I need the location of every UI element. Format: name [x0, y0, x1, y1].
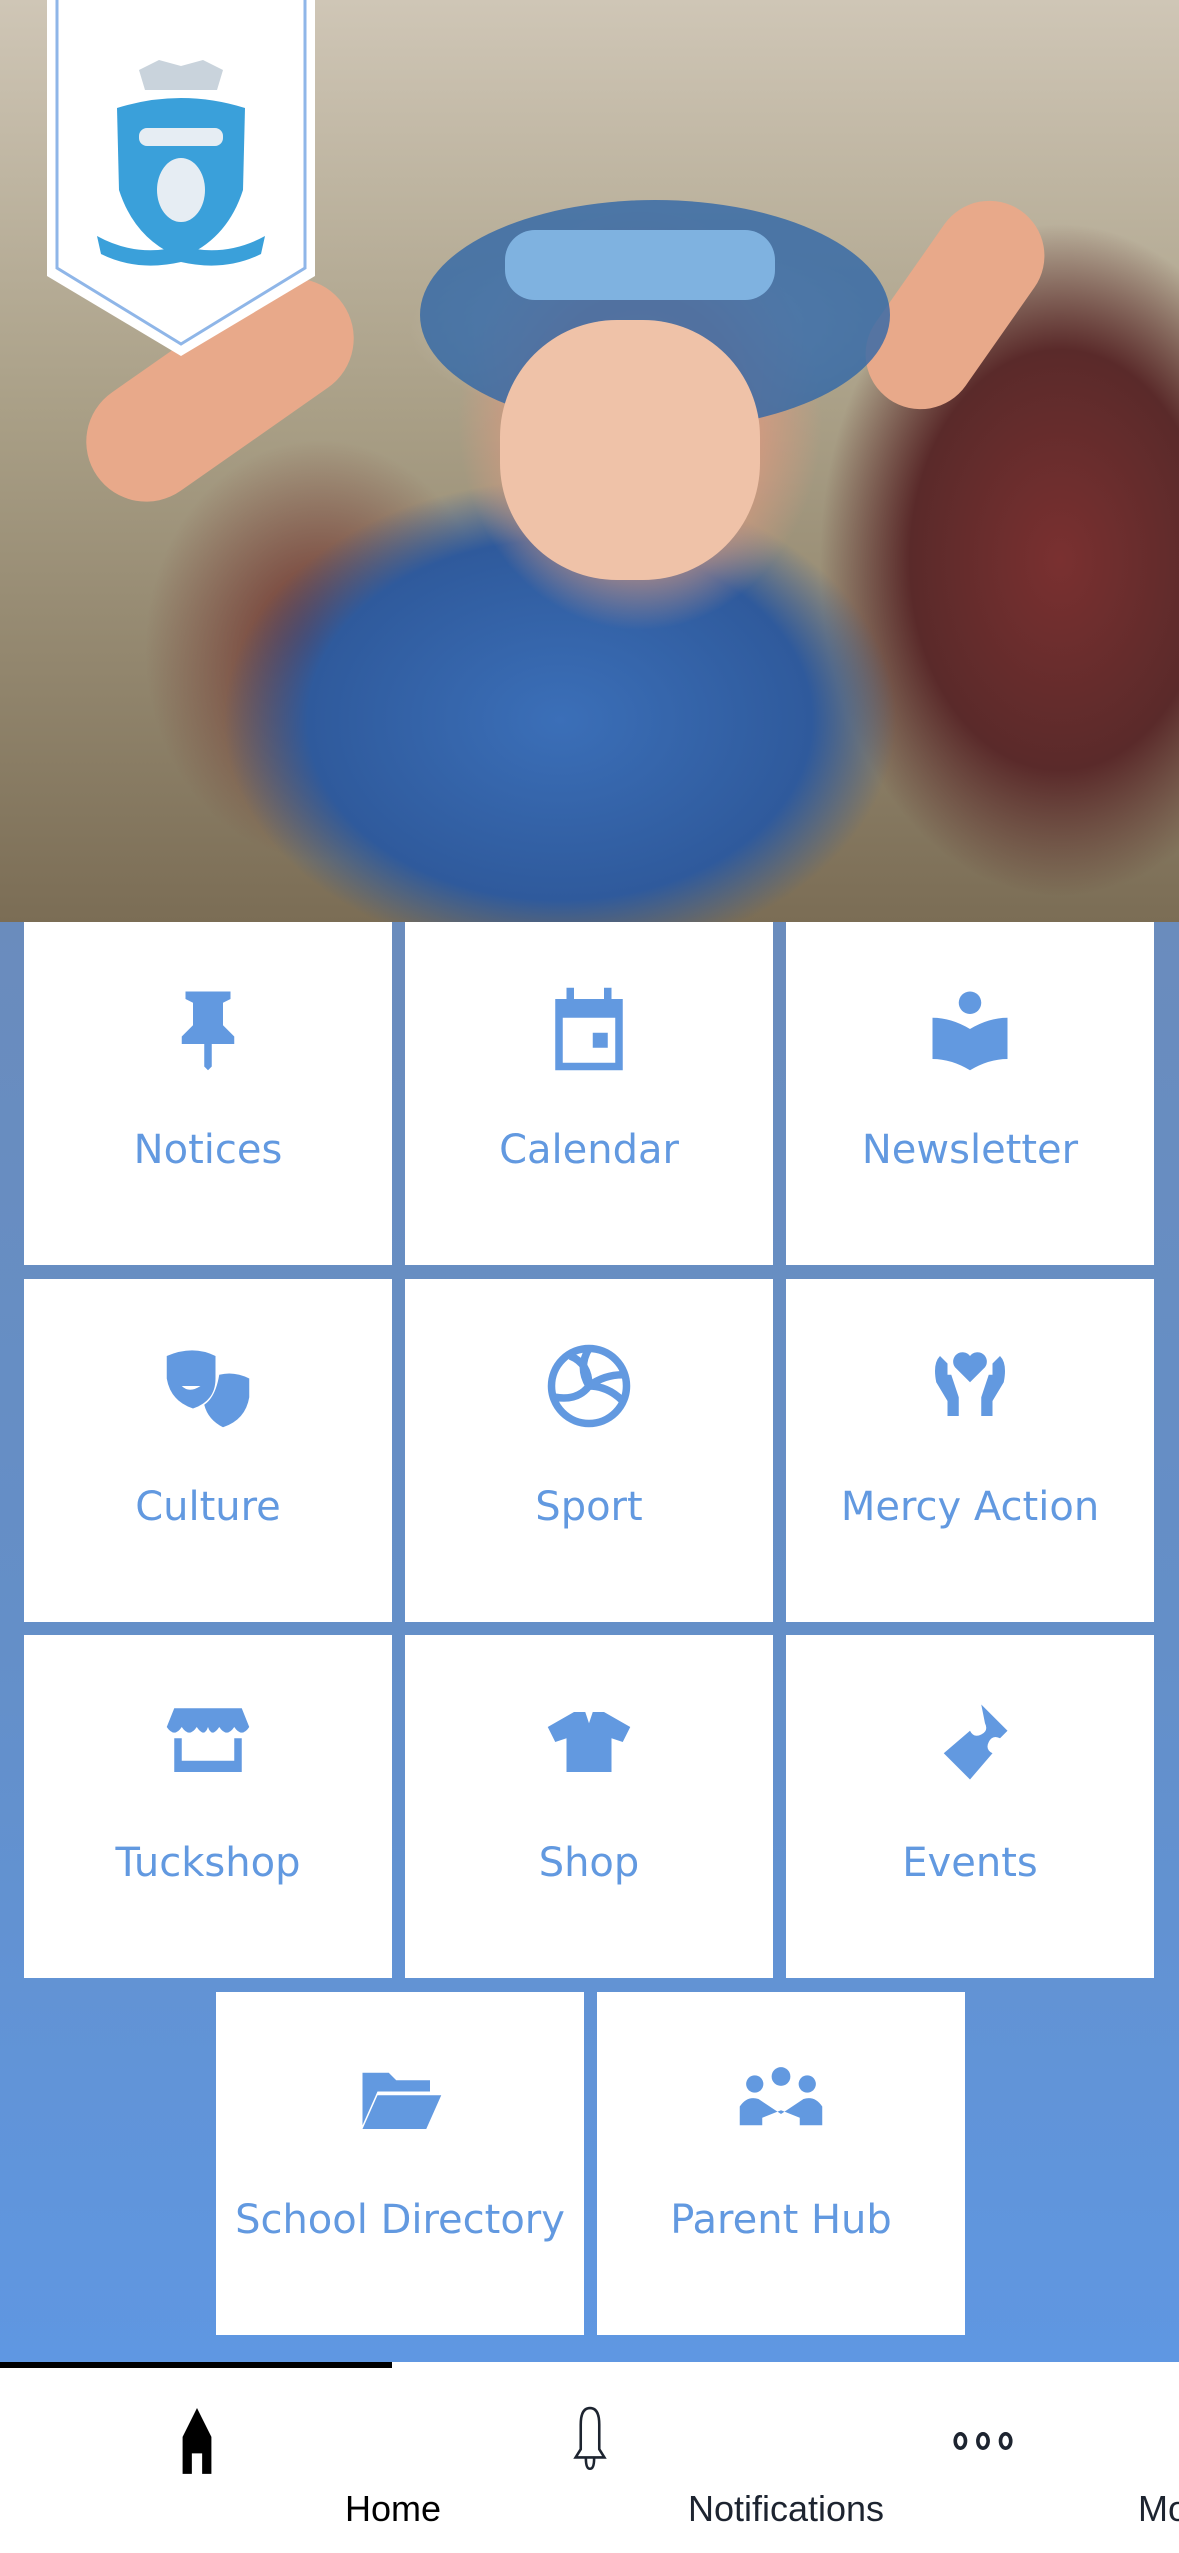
school-crest-logo [47, 0, 315, 356]
tile-parent-hub[interactable]: Parent Hub [597, 1992, 965, 2335]
tile-label: Mercy Action [840, 1484, 1100, 1530]
tile-calendar[interactable]: Calendar [405, 922, 773, 1265]
tile-newsletter[interactable]: Newsletter [786, 922, 1154, 1265]
tile-culture[interactable]: Culture [24, 1279, 392, 1622]
bottom-tab-bar: Home Notifications More [0, 2362, 1179, 2553]
bell-icon [573, 2406, 607, 2471]
store-awning-icon [166, 1708, 250, 1772]
tile-label: Parent Hub [670, 2197, 892, 2243]
tile-label: Culture [135, 1484, 281, 1530]
tile-label: Tuckshop [115, 1840, 301, 1886]
tile-school-directory[interactable]: School Directory [216, 1992, 584, 2335]
tile-tuckshop[interactable]: Tuckshop [24, 1635, 392, 1978]
shirt-icon [547, 1712, 631, 1772]
tab-more[interactable]: More [786, 2362, 1179, 2553]
tile-notices[interactable]: Notices [24, 922, 392, 1265]
tab-label: More [1137, 2488, 1179, 2529]
more-dots-icon [953, 2431, 1013, 2450]
reader-book-icon [932, 991, 1008, 1071]
tile-label: Sport [535, 1484, 643, 1530]
tile-label: Events [902, 1840, 1038, 1886]
tile-label: Notices [133, 1127, 283, 1173]
theater-masks-icon [166, 1350, 250, 1428]
home-icon [182, 2408, 212, 2474]
tile-events[interactable]: Events [786, 1635, 1154, 1978]
tile-label: Newsletter [861, 1127, 1079, 1173]
tile-sport[interactable]: Sport [405, 1279, 773, 1622]
tile-label: School Directory [235, 2197, 565, 2243]
folder-open-icon [362, 2072, 442, 2129]
tile-label: Shop [538, 1840, 640, 1886]
pushpin-icon [181, 991, 235, 1071]
ticket-icon [943, 1704, 1008, 1780]
tile-label: Calendar [499, 1127, 679, 1173]
calendar-icon [555, 987, 623, 1071]
volleyball-icon [547, 1344, 631, 1428]
tab-notifications[interactable]: Notifications [393, 2362, 884, 2553]
hands-heart-icon [935, 1352, 1005, 1416]
tab-home[interactable]: Home [0, 2362, 441, 2553]
people-group-icon [739, 2067, 823, 2126]
tile-shop[interactable]: Shop [405, 1635, 773, 1978]
tile-mercy-action[interactable]: Mercy Action [786, 1279, 1154, 1622]
